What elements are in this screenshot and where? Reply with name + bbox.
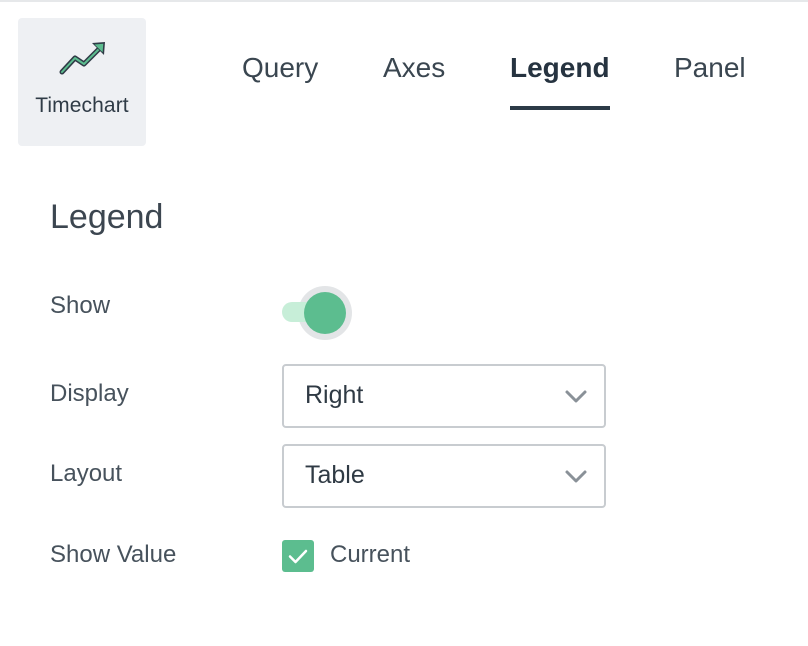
display-select-value: Right	[305, 381, 364, 409]
checkmark-icon	[288, 549, 308, 564]
editor-tabs: Query Axes Legend Panel	[0, 52, 808, 112]
display-select[interactable]: Right	[282, 364, 606, 428]
layout-select[interactable]: Table	[282, 444, 606, 508]
current-value-checkbox[interactable]	[282, 540, 314, 572]
chevron-down-icon	[565, 390, 587, 403]
tab-legend[interactable]: Legend	[510, 52, 610, 84]
top-divider	[0, 0, 808, 2]
legend-settings-page: Timechart Query Axes Legend Panel Legend…	[0, 0, 808, 646]
layout-select-value: Table	[305, 461, 365, 489]
tab-query[interactable]: Query	[242, 52, 318, 84]
show-label: Show	[50, 292, 111, 319]
show-legend-toggle[interactable]	[282, 288, 352, 336]
tab-axes[interactable]: Axes	[383, 52, 445, 84]
display-label: Display	[50, 380, 129, 407]
tab-panel[interactable]: Panel	[674, 52, 746, 84]
layout-label: Layout	[50, 460, 123, 487]
toggle-knob	[304, 292, 346, 334]
current-value-label[interactable]: Current	[330, 541, 410, 569]
chevron-down-icon	[565, 470, 587, 483]
show-value-label: Show Value	[50, 541, 177, 568]
active-tab-indicator	[510, 106, 610, 110]
section-title: Legend	[50, 198, 164, 236]
